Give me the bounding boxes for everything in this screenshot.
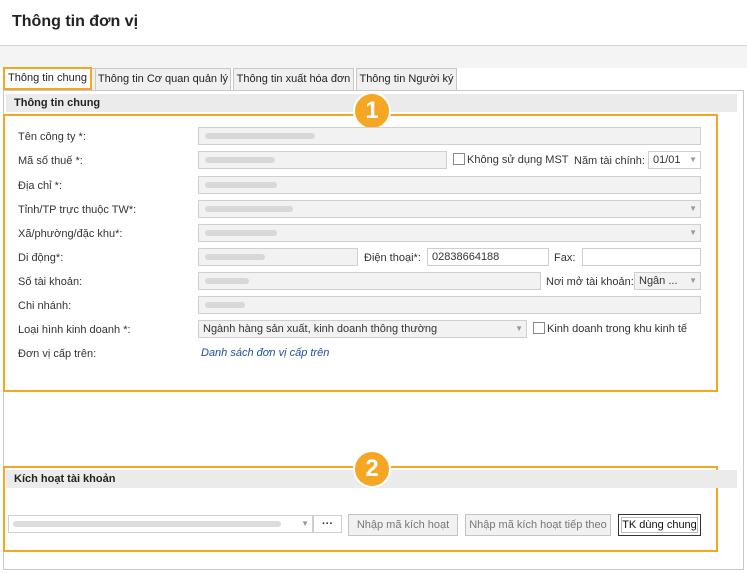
address-input[interactable] — [198, 176, 701, 194]
chevron-down-icon: ▼ — [689, 276, 697, 285]
title-bar: Thông tin đơn vị — [0, 0, 747, 46]
economic-zone-label: Kinh doanh trong khu kinh tế — [547, 323, 688, 335]
fiscal-year-label: Năm tài chính: — [574, 155, 645, 167]
shared-account-button[interactable]: TK dùng chung — [618, 514, 701, 536]
parent-unit-label: Đơn vị cấp trên: — [18, 348, 97, 360]
fax-label: Fax: — [554, 252, 576, 264]
chevron-down-icon: ▼ — [301, 519, 309, 528]
tax-code-label: Mã số thuế *: — [18, 155, 83, 167]
enter-activation-code-button[interactable]: Nhập mã kích hoạt — [348, 514, 458, 536]
business-type-label: Loại hình kinh doanh *: — [18, 324, 131, 336]
tab-signer-info[interactable]: Thông tin Người ký — [356, 68, 457, 90]
enter-next-activation-code-button[interactable]: Nhập mã kích hoạt tiếp theo — [465, 514, 611, 536]
tab-invoice-info[interactable]: Thông tin xuất hóa đơn — [233, 68, 354, 90]
tab-general-info[interactable]: Thông tin chung — [3, 67, 92, 90]
business-type-value: Ngành hàng sản xuất, kinh doanh thông th… — [203, 323, 438, 335]
account-number-input[interactable] — [198, 272, 541, 290]
ward-label: Xã/phường/đặc khu*: — [18, 228, 123, 240]
more-options-button[interactable]: ··· — [313, 515, 342, 533]
mobile-input[interactable] — [198, 248, 358, 266]
callout-badge-2: 2 — [353, 450, 391, 488]
toolbar-band — [0, 46, 747, 68]
province-label: Tỉnh/TP trực thuộc TW*: — [18, 204, 137, 216]
fiscal-year-value: 01/01 — [653, 154, 681, 166]
bank-label: Nơi mở tài khoản: — [546, 276, 634, 288]
mobile-label: Di động*: — [18, 252, 64, 264]
no-tax-code-label: Không sử dụng MST — [467, 154, 569, 166]
province-select[interactable]: ▼ — [198, 200, 701, 218]
chevron-down-icon: ▼ — [689, 204, 697, 213]
tab-management-agency[interactable]: Thông tin Cơ quan quản lý — [95, 68, 231, 90]
chevron-down-icon: ▼ — [689, 228, 697, 237]
no-tax-code-checkbox[interactable] — [453, 153, 465, 165]
phone-input[interactable]: 02838664188 — [427, 248, 549, 266]
branch-input[interactable] — [198, 296, 701, 314]
callout-badge-1: 1 — [353, 92, 391, 130]
economic-zone-checkbox[interactable] — [533, 322, 545, 334]
company-name-label: Tên công ty *: — [18, 131, 86, 143]
branch-label: Chi nhánh: — [18, 300, 72, 312]
phone-label: Điện thoại*: — [364, 252, 421, 264]
account-number-label: Số tài khoản: — [18, 276, 83, 288]
chevron-down-icon: ▼ — [515, 324, 523, 333]
company-name-input[interactable] — [198, 127, 701, 145]
fiscal-year-select[interactable]: 01/01 ▼ — [648, 151, 701, 169]
business-type-select[interactable]: Ngành hàng sản xuất, kinh doanh thông th… — [198, 320, 527, 338]
parent-unit-link[interactable]: Danh sách đơn vị cấp trên — [201, 347, 329, 359]
window-title: Thông tin đơn vị — [12, 13, 139, 30]
address-label: Địa chỉ *: — [18, 180, 63, 192]
fax-input[interactable] — [582, 248, 701, 266]
bank-value: Ngân ... — [639, 275, 678, 287]
ward-select[interactable]: ▼ — [198, 224, 701, 242]
tax-code-input[interactable] — [198, 151, 447, 169]
bank-select[interactable]: Ngân ... ▼ — [634, 272, 701, 290]
shared-account-label: TK dùng chung — [621, 517, 698, 533]
license-key-select[interactable]: ▼ — [8, 515, 313, 533]
chevron-down-icon: ▼ — [689, 155, 697, 164]
